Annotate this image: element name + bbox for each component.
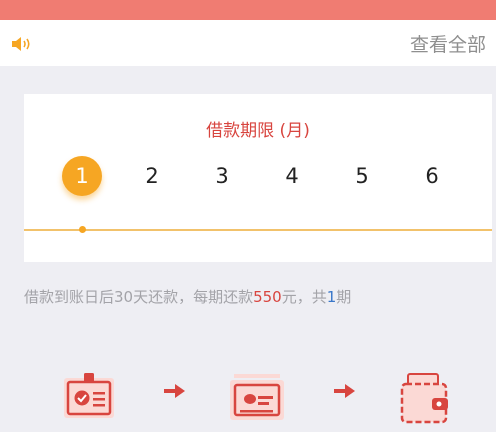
repayment-count: 1	[326, 288, 337, 306]
month-option-1[interactable]: 1	[62, 156, 102, 196]
summary-text-1: 借款到账日后30天还款，每期还款	[24, 288, 254, 306]
top-bar	[0, 0, 496, 20]
arrow-right-icon	[164, 384, 185, 398]
view-all-link[interactable]: 查看全部	[410, 30, 486, 57]
wallet-icon	[400, 373, 448, 424]
notice-bar: 查看全部	[0, 20, 496, 66]
month-option-4[interactable]: 4	[272, 156, 312, 196]
period-slider-track[interactable]	[24, 229, 492, 231]
period-slider-handle[interactable]	[79, 226, 86, 233]
repayment-amount: 550	[253, 288, 282, 306]
month-option-6[interactable]: 6	[412, 156, 452, 196]
bank-card-icon	[230, 374, 284, 420]
arrow-right-icon	[334, 384, 355, 398]
month-option-3[interactable]: 3	[202, 156, 242, 196]
loan-period-title: 借款期限 (月)	[206, 121, 310, 141]
month-option-2[interactable]: 2	[132, 156, 172, 196]
month-options: 1 2 3 4 5 6	[24, 156, 492, 196]
summary-text-2: 元，共	[281, 288, 327, 306]
speaker-icon	[12, 37, 30, 51]
summary-text-3: 期	[336, 288, 352, 306]
process-steps	[0, 360, 496, 432]
loan-period-card: 借款期限 (月) 1 2 3 4 5 6	[24, 94, 492, 262]
repayment-summary: 借款到账日后30天还款，每期还款550元，共1期	[24, 286, 351, 307]
id-card-icon	[64, 373, 114, 418]
month-option-5[interactable]: 5	[342, 156, 382, 196]
